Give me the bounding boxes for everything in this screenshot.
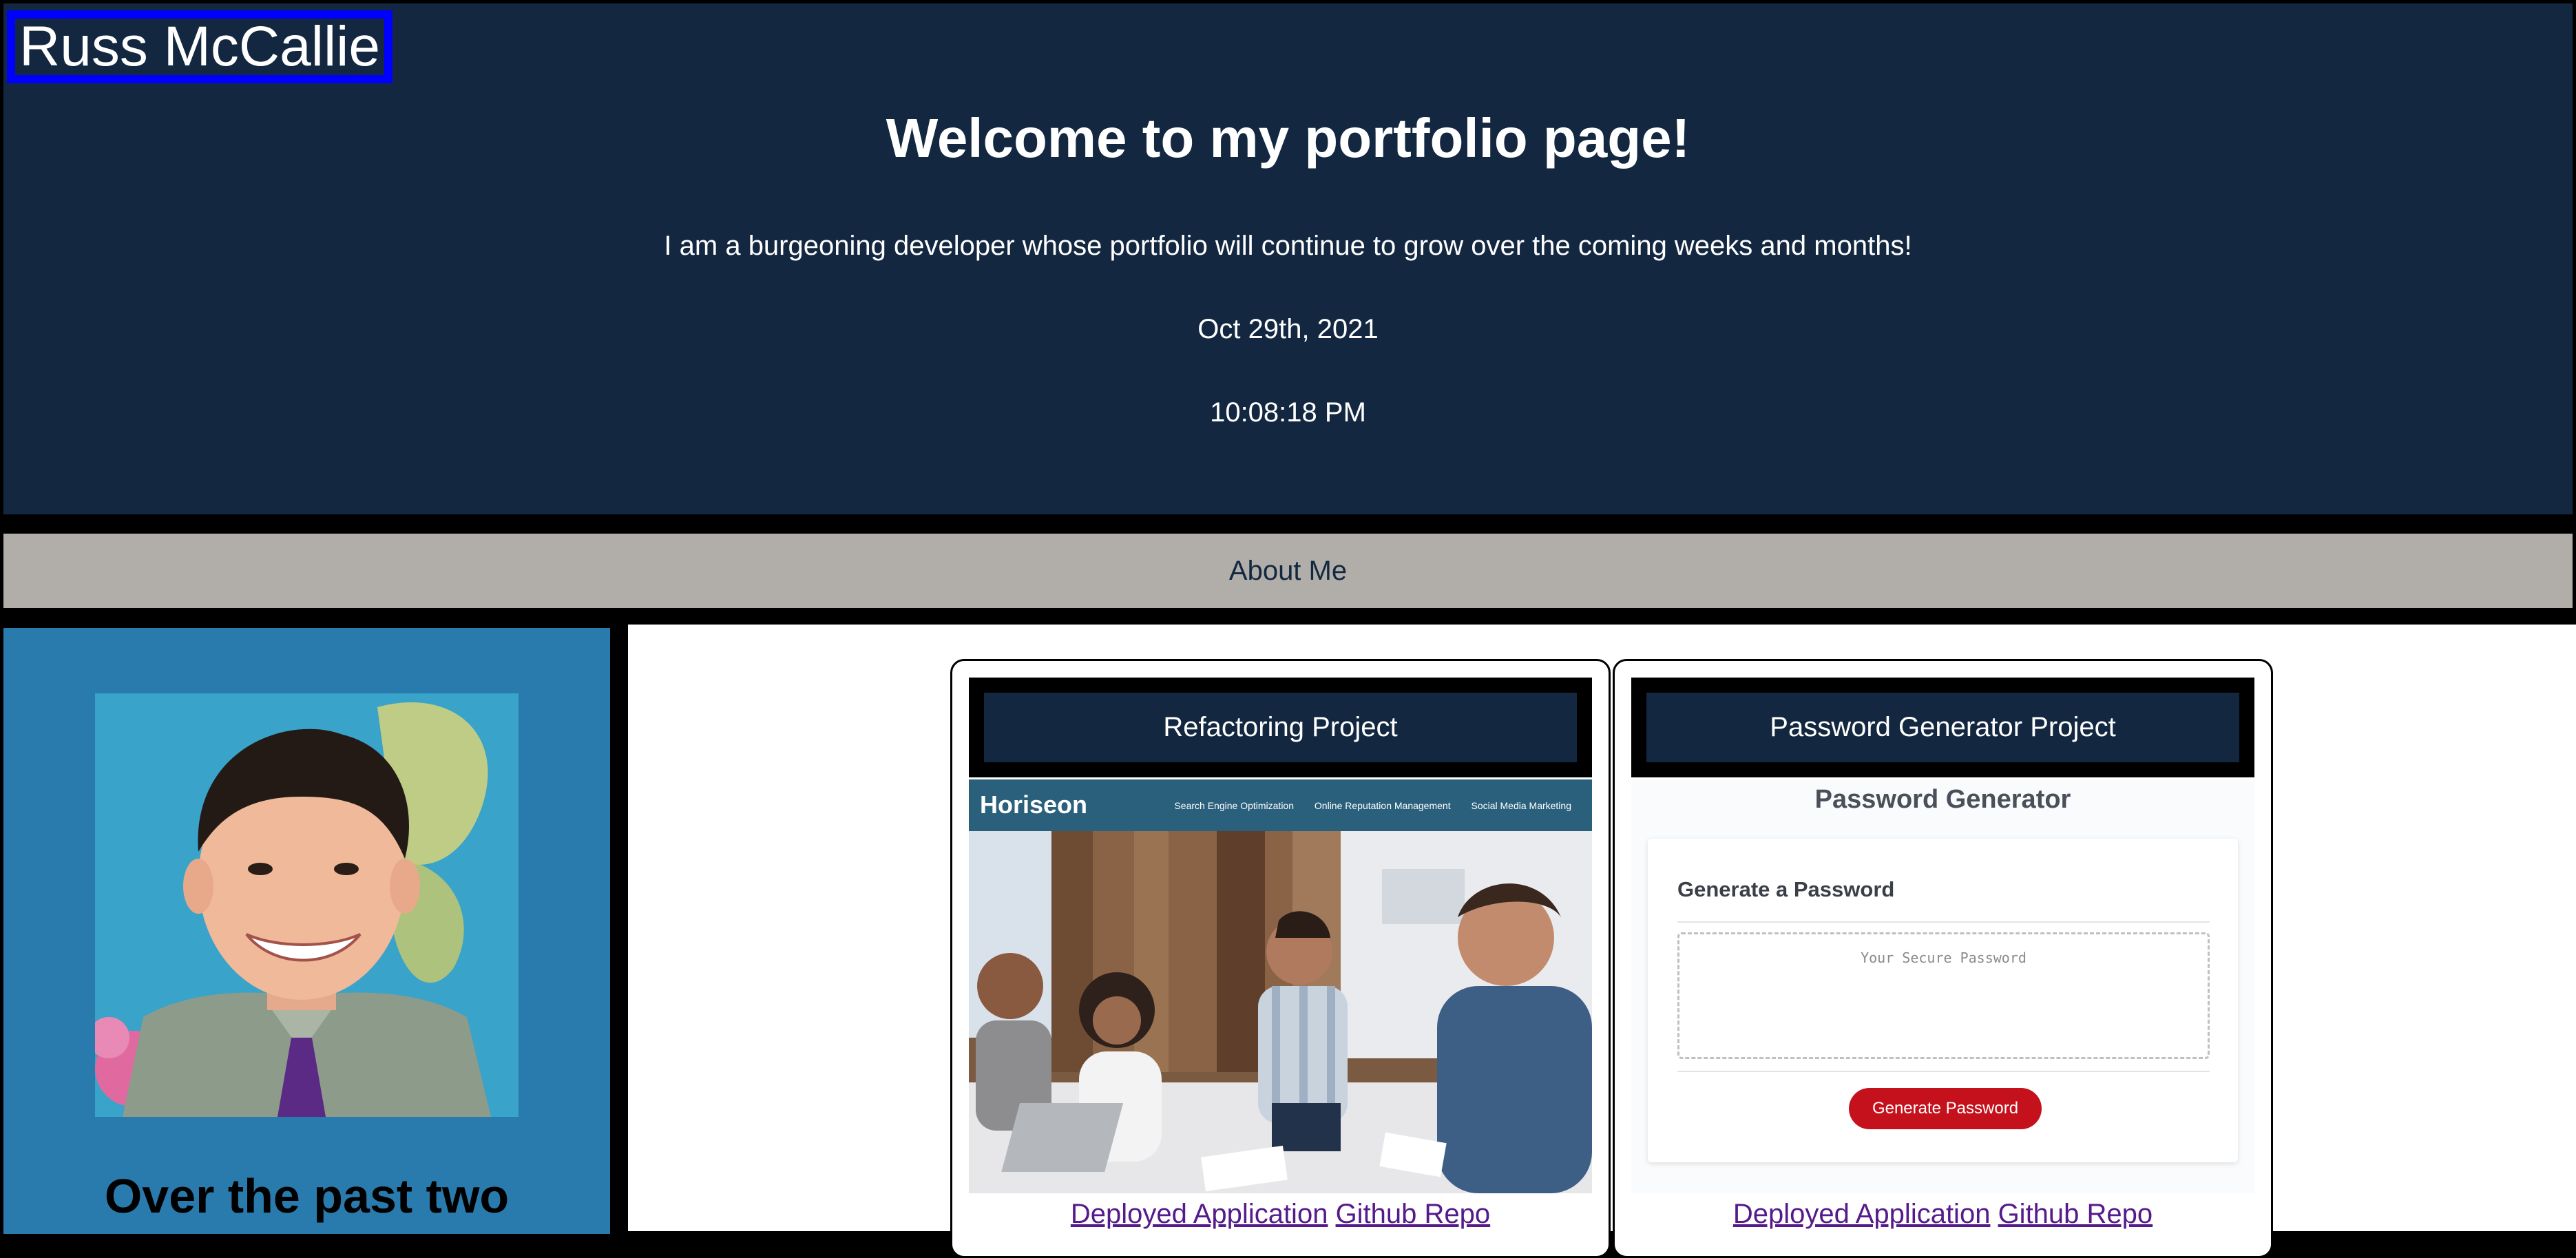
github-repo-link[interactable]: Github Repo <box>1998 1199 2153 1229</box>
deployed-application-link[interactable]: Deployed Application <box>1071 1199 1328 1229</box>
project-card-password-generator: Password Generator Project Password Gene… <box>1613 659 2273 1258</box>
card-title-frame: Password Generator Project <box>1631 678 2254 777</box>
project-links: Deployed Application Github Repo <box>952 1199 1609 1230</box>
sidebar: Over the past two <box>0 625 614 1234</box>
divider <box>1677 1071 2210 1072</box>
about-me-nav[interactable]: About Me <box>0 530 2576 611</box>
horiseon-nav-item: Search Engine Optimization <box>1174 800 1295 811</box>
projects-section: Refactoring Project Horiseon Search Engi… <box>628 625 2576 1258</box>
profile-photo <box>95 693 519 1117</box>
about-panel: Over the past two <box>3 628 610 1234</box>
project-links: Deployed Application Github Repo <box>1615 1199 2271 1230</box>
horiseon-nav: Search Engine Optimization Online Reputa… <box>1156 800 1571 811</box>
password-app-title: Password Generator <box>1814 785 2071 814</box>
card-title: Password Generator Project <box>1646 693 2239 762</box>
project-card-refactoring: Refactoring Project Horiseon Search Engi… <box>950 659 1611 1258</box>
header-tagline: I am a burgeoning developer whose portfo… <box>664 231 1912 261</box>
site-name: Russ McCallie <box>7 10 392 83</box>
deployed-application-link[interactable]: Deployed Application <box>1733 1199 1991 1229</box>
current-time: 10:08:18 PM <box>1210 397 1366 428</box>
horiseon-nav-item: Online Reputation Management <box>1314 800 1451 811</box>
divider <box>1677 921 2210 923</box>
password-panel-heading: Generate a Password <box>1677 877 1895 901</box>
password-generator-screenshot[interactable]: Password Generator Generate a Password G… <box>1631 779 2254 1193</box>
profile-photo-illustration <box>95 693 519 1117</box>
card-title-frame: Refactoring Project <box>969 678 1592 777</box>
welcome-title: Welcome to my portfolio page! <box>886 107 1690 169</box>
office-team-photo <box>969 779 1592 1193</box>
password-output-field[interactable] <box>1677 932 2210 1059</box>
about-me-link[interactable]: About Me <box>1229 556 1347 586</box>
password-panel: Generate a Password Generate Password <box>1648 839 2238 1162</box>
horiseon-nav-item: Social Media Marketing <box>1471 800 1571 811</box>
github-repo-link[interactable]: Github Repo <box>1336 1199 1491 1229</box>
horiseon-header: Horiseon Search Engine Optimization Onli… <box>969 779 1592 831</box>
card-title: Refactoring Project <box>984 693 1577 762</box>
sidebar-heading: Over the past two <box>104 1169 510 1223</box>
page-header: Russ McCallie Welcome to my portfolio pa… <box>0 0 2576 518</box>
horiseon-logo: Horiseon <box>980 790 1088 819</box>
refactor-project-screenshot[interactable]: Horiseon Search Engine Optimization Onli… <box>969 779 1592 1193</box>
generate-password-button[interactable]: Generate Password <box>1849 1088 2042 1129</box>
current-date: Oct 29th, 2021 <box>1197 314 1379 344</box>
